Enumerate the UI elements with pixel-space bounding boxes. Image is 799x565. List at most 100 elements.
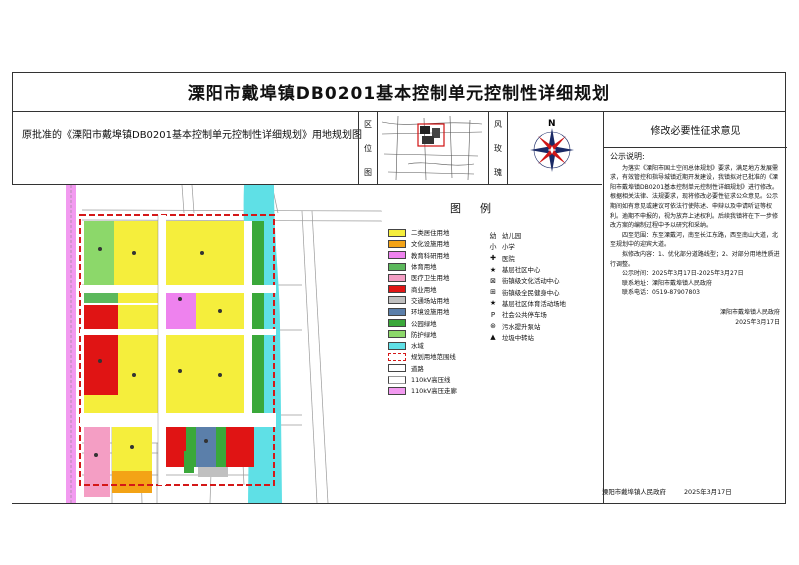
legend-item: 环境设施用地	[388, 306, 488, 317]
facility-symbol-icon: 小	[489, 242, 497, 251]
land-use-map	[12, 185, 392, 503]
legend-label: 水域	[411, 342, 424, 351]
notice-title: 修改必要性征求意见	[604, 112, 787, 148]
facility-symbol-icon: ⊛	[490, 322, 496, 331]
notice-sign-org: 溧阳市戴埠镇人民政府	[719, 308, 780, 316]
facility-symbol-icon: 幼	[489, 231, 497, 240]
legend-swatch	[388, 262, 406, 271]
page-title: 溧阳市戴埠镇DB0201基本控制单元控制性详细规划	[12, 72, 786, 112]
legend-swatch	[388, 285, 406, 294]
legend-label: 体育用地	[411, 263, 437, 272]
legend-item: 二类居住用地	[388, 227, 488, 238]
legend-swatch	[388, 273, 406, 282]
wind-rose-label: 风 玫 瑰	[488, 112, 508, 184]
legend-swatch	[388, 375, 406, 384]
legend-item: 水域	[388, 340, 488, 351]
legend-item: 公园绿地	[388, 317, 488, 328]
legend-symbol-label: 垃圾中转站	[502, 333, 534, 342]
legend-swatch	[388, 330, 406, 339]
notice-body: 公示说明: 为落实《溧阳市国土空间总体规划》要求，满足地方发展需求，有效管控和指…	[610, 152, 780, 327]
legend-label: 商业用地	[411, 285, 437, 294]
legend-swatch	[388, 239, 406, 248]
legend-symbol-label: 街镇级文化活动中心	[502, 277, 560, 286]
legend-label: 教育科研用地	[411, 251, 450, 260]
legend-label: 110kV高压走廊	[411, 387, 457, 396]
legend-swatch	[388, 251, 406, 260]
notice-phone: 联系电话：0519-87907803	[622, 289, 700, 297]
facility-symbol-icon: ★	[489, 299, 497, 308]
legend-symbol-item: P 社会公共停车场	[488, 309, 598, 320]
facility-legend: 幼幼儿园小小学 ✚ 医院 ★ 基层社区中心 ⊠ 街镇级文化活动中心 ⊞ 街镇级全民健身中心 ★ 基层…	[488, 230, 598, 343]
notice-sign-date: 2025年3月17日	[735, 318, 780, 326]
legend-swatch	[388, 307, 406, 316]
legend-swatch	[388, 386, 406, 395]
land-use-legend: 二类居住用地 文化设施用地 教育科研用地 体育用地医疗卫生用地 商业用地交通场站用地 环境…	[388, 227, 488, 396]
svg-text:N: N	[548, 119, 556, 129]
legend-item: 110kV高压线	[388, 374, 488, 385]
legend-item: 文化设施用地	[388, 238, 488, 249]
legend-swatch	[388, 341, 406, 350]
legend-swatch	[388, 228, 406, 237]
legend-label: 文化设施用地	[411, 240, 450, 249]
legend-symbol-item: ⊛ 污水提升泵站	[488, 320, 598, 331]
legend-symbol-label: 街镇级全民健身中心	[502, 288, 560, 297]
legend-item: 110kV高压走廊	[388, 385, 488, 396]
facility-symbol-icon: P	[490, 310, 496, 319]
legend-symbol-label: 幼儿园	[502, 232, 522, 241]
legend-symbol-label: 基层社区体育活动场地	[502, 299, 566, 308]
compass-rose-icon: N	[530, 119, 574, 172]
facility-symbol-icon: ⊞	[490, 288, 496, 297]
notice-period: 公示时间：2025年3月17日-2025年3月27日	[622, 270, 744, 278]
legend-label: 二类居住用地	[411, 229, 450, 238]
legend-item: 交通场站用地	[388, 295, 488, 306]
legend-symbol-label: 社会公共停车场	[502, 311, 547, 320]
notice-panel: 修改必要性征求意见 公示说明: 为落实《溧阳市国土空间总体规划》要求，满足地方发…	[603, 112, 787, 504]
legend-symbol-item: ★ 基层社区体育活动场地	[488, 298, 598, 309]
legend-symbol-item: ✚ 医院	[488, 253, 598, 264]
legend-symbol-item: ▲ 垃圾中转站	[488, 332, 598, 343]
notice-paragraph: 四至范围：东至溧戴河，南至长江东路，西至南山大道，北至规划中的迎宾大道。	[610, 231, 779, 249]
facility-symbol-icon: ⊠	[490, 276, 496, 285]
legend-symbol-item: 幼幼儿园	[488, 230, 598, 241]
legend-symbol-label: 污水提升泵站	[502, 322, 541, 331]
legend-label: 公园绿地	[411, 319, 437, 328]
facility-symbol-icon: ★	[489, 265, 497, 274]
legend-label: 医疗卫生用地	[411, 274, 450, 283]
legend-symbol-item: 小小学	[488, 241, 598, 252]
legend-item: 道路	[388, 363, 488, 374]
map-subtitle: 原批准的《溧阳市戴埠镇DB0201基本控制单元控制性详细规划》用地规划图	[22, 130, 363, 141]
legend-symbol-item: ⊠ 街镇级文化活动中心	[488, 275, 598, 286]
legend-symbol-label: 小学	[502, 243, 515, 252]
subtitle-row: 原批准的《溧阳市戴埠镇DB0201基本控制单元控制性详细规划》用地规划图 区 位…	[12, 112, 602, 184]
legend-symbol-item: ★ 基层社区中心	[488, 264, 598, 275]
legend-label: 防护绿地	[411, 330, 437, 339]
legend-symbol-label: 医院	[502, 254, 515, 263]
legend-swatch	[388, 352, 406, 361]
legend-item: 体育用地	[388, 261, 488, 272]
legend-symbol-label: 基层社区中心	[502, 266, 541, 275]
location-map-label: 区 位 图	[358, 112, 378, 184]
legend-item: 商业用地	[388, 283, 488, 294]
legend-item: 防护绿地	[388, 329, 488, 340]
legend-item: 教育科研用地	[388, 250, 488, 261]
legend-label: 交通场站用地	[411, 296, 450, 305]
legend-item: 医疗卫生用地	[388, 272, 488, 283]
legend-swatch	[388, 364, 406, 373]
facility-symbol-icon: ✚	[490, 254, 496, 263]
legend-label: 道路	[411, 364, 424, 373]
legend-label: 110kV高压线	[411, 376, 451, 384]
legend-symbol-item: ⊞ 街镇级全民健身中心	[488, 286, 598, 297]
notice-paragraph: 为落实《溧阳市国土空间总体规划》要求，满足地方发展需求，有效管控和指导城镇近期开…	[610, 164, 779, 230]
legend-swatch	[388, 319, 406, 328]
location-map	[378, 114, 486, 182]
legend-label: 环境设施用地	[411, 308, 450, 317]
footer-date: 2025年3月17日	[683, 488, 732, 496]
legend-swatch	[388, 296, 406, 305]
notice-paragraph: 拟修改内容：1、优化部分道路线型；2、对部分用地性质进行调整。	[610, 250, 780, 268]
facility-symbol-icon: ▲	[490, 333, 496, 342]
legend-label: 规划用地范围线	[411, 353, 456, 362]
notice-heading: 公示说明:	[610, 152, 645, 161]
notice-contact: 联系地址：溧阳市戴埠镇人民政府	[622, 279, 713, 287]
legend-title: 图 例	[450, 202, 495, 215]
footer: 溧阳市戴埠镇人民政府 2025年3月17日	[602, 487, 748, 496]
